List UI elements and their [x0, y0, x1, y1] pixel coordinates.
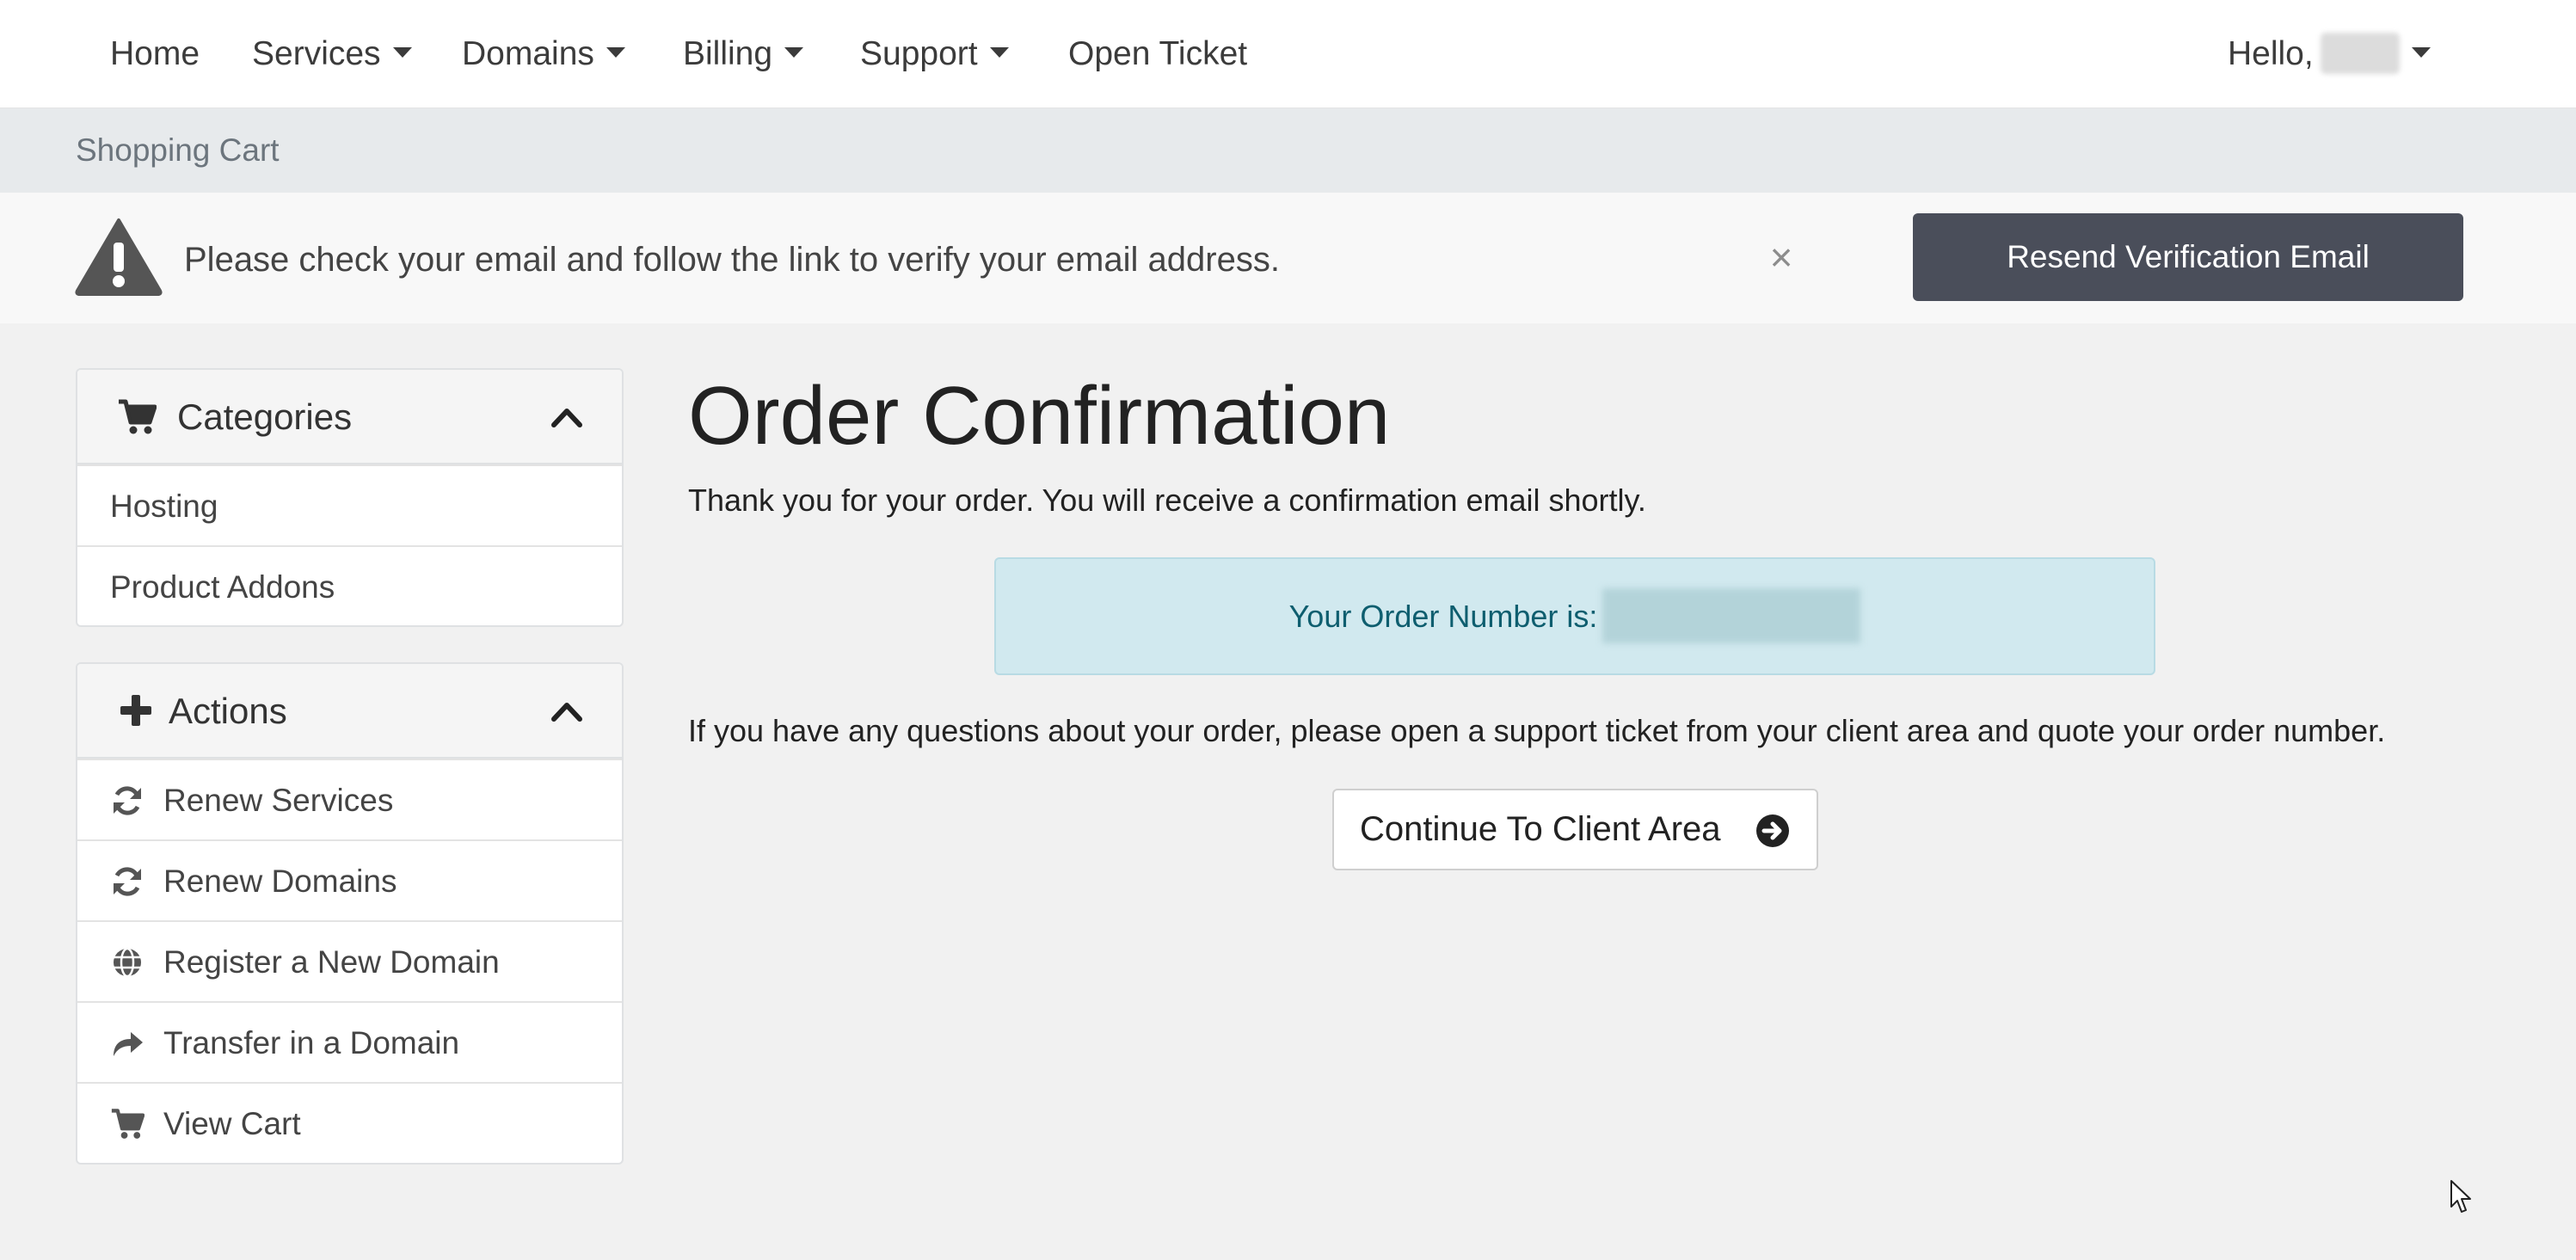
caret-down-icon	[2411, 46, 2431, 58]
categories-title: Categories	[177, 396, 353, 437]
user-menu[interactable]: Hello,	[2228, 0, 2431, 108]
sidebar-item-product-addons[interactable]: Product Addons	[77, 545, 622, 625]
nav-domains-label: Domains	[462, 35, 594, 72]
plus-icon	[120, 695, 151, 726]
actions-panel: Actions Renew Services Renew Domains Reg…	[76, 662, 624, 1165]
mouse-cursor-icon	[2450, 1180, 2471, 1213]
redacted-order-number	[1602, 588, 1861, 644]
refresh-icon	[114, 786, 141, 815]
nav-home-label: Home	[110, 35, 200, 72]
sidebar-item-view-cart[interactable]: View Cart	[77, 1082, 622, 1163]
sidebar-item-register-domain[interactable]: Register a New Domain	[77, 920, 622, 1001]
arrow-circle-right-icon	[1756, 814, 1789, 847]
caret-down-icon	[989, 46, 1009, 58]
caret-down-icon	[392, 46, 412, 58]
breadcrumb-current: Shopping Cart	[76, 132, 280, 168]
chevron-up-icon[interactable]	[550, 401, 583, 433]
sidebar-item-label: Register a New Domain	[163, 944, 500, 980]
actions-title: Actions	[169, 691, 287, 731]
chevron-up-icon[interactable]	[550, 695, 583, 728]
redacted-username	[2320, 32, 2400, 74]
sidebar-item-label: Transfer in a Domain	[163, 1025, 460, 1060]
breadcrumb: Shopping Cart	[0, 108, 2576, 193]
caret-down-icon	[784, 46, 804, 58]
warning-icon	[75, 218, 163, 296]
resend-verification-button[interactable]: Resend Verification Email	[1913, 213, 2463, 301]
sidebar-item-hosting[interactable]: Hosting	[77, 464, 622, 545]
alert-message: Please check your email and follow the l…	[184, 241, 1280, 279]
sidebar-item-label: Renew Services	[163, 783, 394, 818]
top-navbar: Home Services Domains Billing Support Op…	[0, 0, 2576, 108]
nav-open-ticket[interactable]: Open Ticket	[1068, 0, 1247, 108]
nav-support-label: Support	[860, 35, 978, 72]
share-arrow-icon	[114, 1032, 143, 1056]
refresh-icon	[114, 867, 141, 896]
categories-panel: Categories Hosting Product Addons	[76, 368, 624, 627]
order-number-label: Your Order Number is:	[1288, 599, 1598, 634]
page-title: Order Confirmation	[688, 370, 1391, 462]
cart-icon	[119, 399, 157, 434]
sidebar-item-label: Hosting	[110, 489, 218, 524]
user-greeting: Hello,	[2228, 35, 2314, 72]
cart-icon	[111, 1109, 144, 1139]
nav-domains[interactable]: Domains	[462, 0, 625, 108]
thanks-message: Thank you for your order. You will recei…	[688, 482, 1646, 518]
nav-billing[interactable]: Billing	[683, 0, 804, 108]
continue-label: Continue To Client Area	[1360, 810, 1721, 848]
support-help-text: If you have any questions about your ord…	[688, 713, 2386, 748]
sidebar-item-label: View Cart	[163, 1106, 301, 1141]
continue-to-client-area-button[interactable]: Continue To Client Area	[1332, 789, 1818, 870]
sidebar-item-renew-services[interactable]: Renew Services	[77, 759, 622, 839]
nav-billing-label: Billing	[683, 35, 773, 72]
nav-open-ticket-label: Open Ticket	[1068, 35, 1248, 72]
categories-header[interactable]: Categories	[77, 370, 622, 464]
globe-icon	[114, 947, 141, 978]
nav-services[interactable]: Services	[252, 0, 412, 108]
actions-header[interactable]: Actions	[77, 664, 622, 759]
caret-down-icon	[606, 46, 625, 58]
sidebar-item-transfer-domain[interactable]: Transfer in a Domain	[77, 1001, 622, 1082]
sidebar-item-renew-domains[interactable]: Renew Domains	[77, 839, 622, 920]
sidebar-item-label: Renew Domains	[163, 864, 397, 899]
sidebar-item-label: Product Addons	[110, 569, 335, 605]
nav-support[interactable]: Support	[860, 0, 1009, 108]
nav-services-label: Services	[252, 35, 381, 72]
nav-home[interactable]: Home	[110, 0, 200, 108]
close-icon[interactable]: ×	[1767, 237, 1796, 277]
order-number-box: Your Order Number is:	[994, 557, 2155, 675]
